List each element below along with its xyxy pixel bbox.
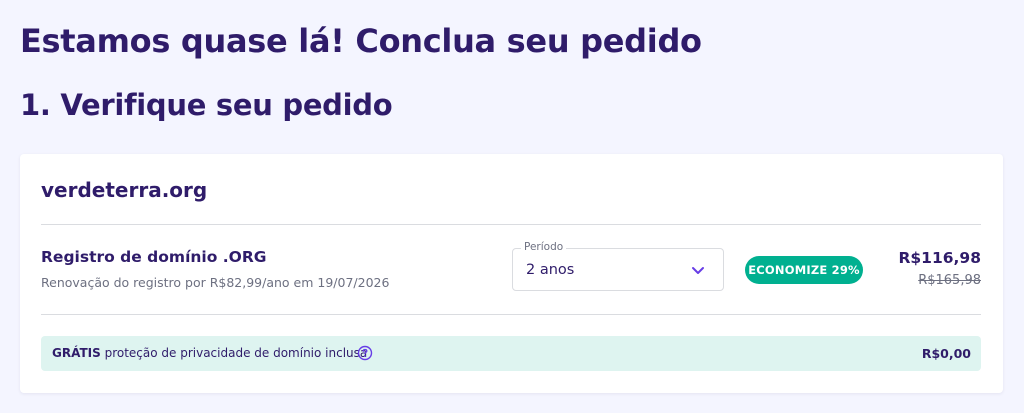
privacy-protection-row: GRÁTIS proteção de privacidade de domíni… xyxy=(41,336,981,371)
old-price: R$165,98 xyxy=(918,273,981,288)
privacy-text: GRÁTIS proteção de privacidade de domíni… xyxy=(52,346,367,360)
checkout-page: Estamos quase lá! Conclua seu pedido 1. … xyxy=(0,0,1024,413)
question-circle-icon[interactable] xyxy=(357,345,373,361)
step-title: 1. Verifique seu pedido xyxy=(20,88,393,122)
page-title: Estamos quase lá! Conclua seu pedido xyxy=(20,22,702,60)
period-select[interactable]: Período 2 anos xyxy=(512,241,724,291)
divider xyxy=(41,314,981,315)
price: R$116,98 xyxy=(898,249,981,267)
period-label: Período xyxy=(521,241,567,253)
product-title: Registro de domínio .ORG xyxy=(41,248,267,266)
chevron-down-icon xyxy=(692,267,704,274)
free-label: GRÁTIS xyxy=(52,346,101,360)
period-value: 2 anos xyxy=(526,262,575,278)
order-card: verdeterra.org Registro de domínio .ORG … xyxy=(20,154,1003,393)
discount-badge: ECONOMIZE 29% xyxy=(745,256,863,284)
renewal-text: Renovação do registro por R$82,99/ano em… xyxy=(41,275,390,290)
divider xyxy=(41,224,981,225)
privacy-price: R$0,00 xyxy=(921,346,971,361)
privacy-description: proteção de privacidade de domínio inclu… xyxy=(104,346,368,360)
domain-name: verdeterra.org xyxy=(41,178,208,202)
